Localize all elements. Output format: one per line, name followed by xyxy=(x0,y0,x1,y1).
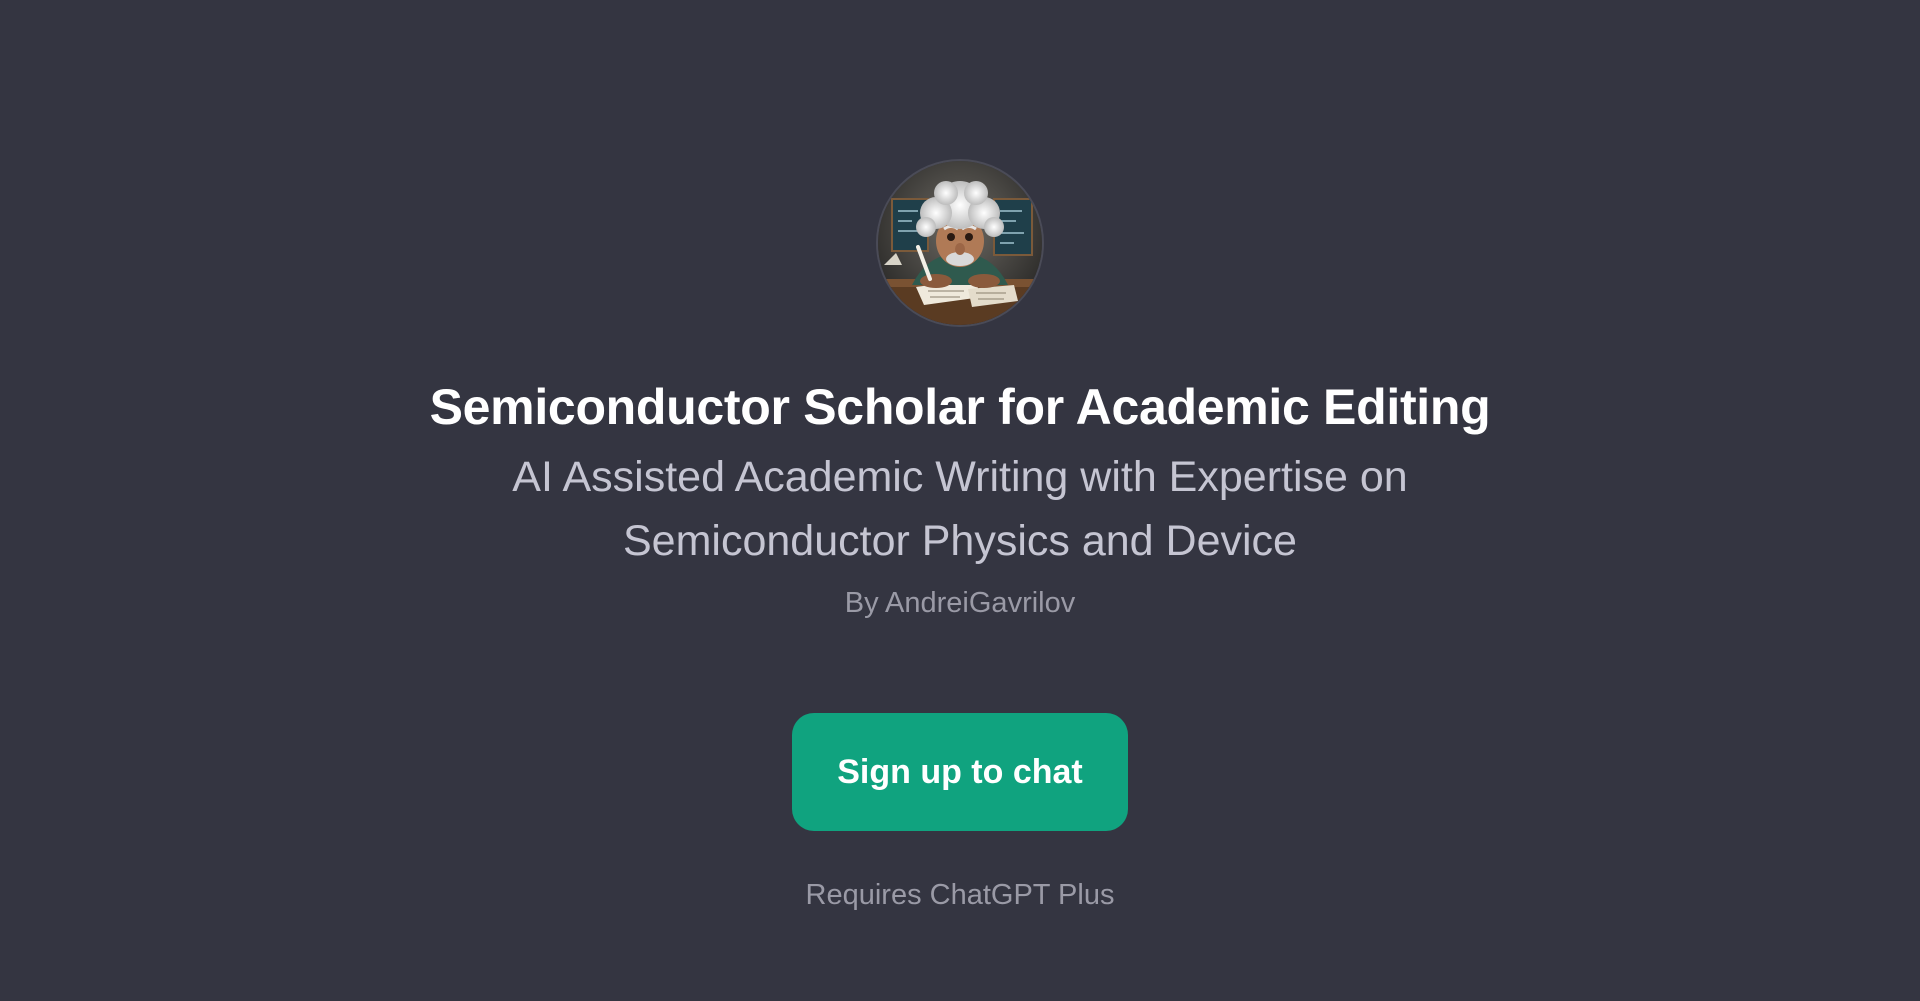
scholar-portrait-icon xyxy=(878,161,1042,325)
requirement-note: Requires ChatGPT Plus xyxy=(805,879,1115,911)
gpt-description: AI Assisted Academic Writing with Expert… xyxy=(512,453,1408,565)
gpt-landing-page: Semiconductor Scholar for Academic Editi… xyxy=(0,0,1920,1001)
gpt-author: By AndreiGavrilov xyxy=(844,587,1076,619)
gpt-avatar xyxy=(878,161,1042,325)
sign-up-to-chat-button[interactable]: Sign up to chat xyxy=(792,713,1128,831)
gpt-title: Semiconductor Scholar for Academic Editi… xyxy=(429,379,1491,435)
